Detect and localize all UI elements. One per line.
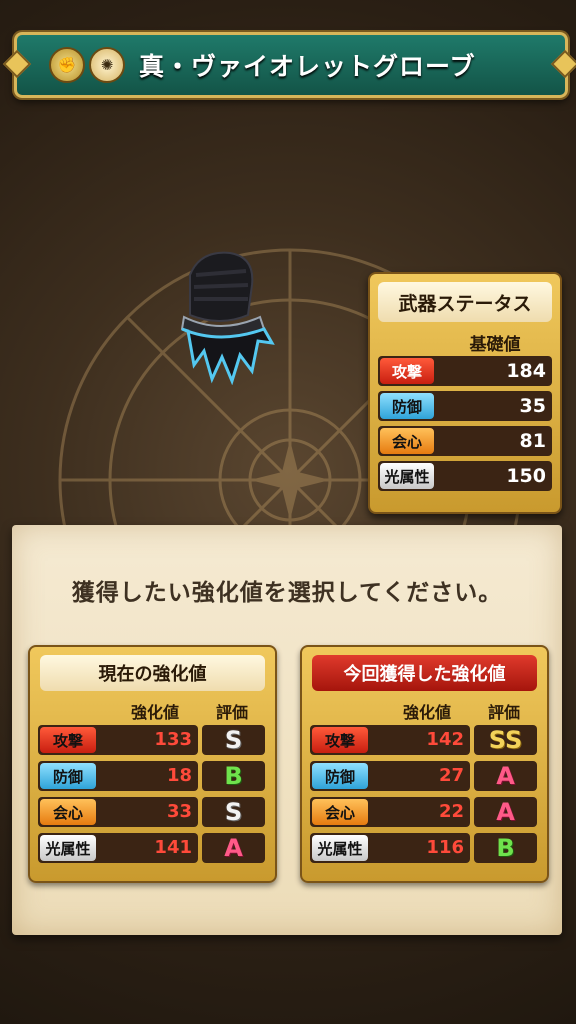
enhancement-selection-panel: 獲得したい強化値を選択してください。 現在の強化値 強化値 評価 攻撃 133 … [12,525,562,935]
enhancement-label: 防御 [40,763,96,789]
status-row-light-attribute: 光属性 150 [378,461,552,491]
grade-badge: B [202,761,265,791]
enhancement-label: 光属性 [40,835,96,861]
enhancement-label: 攻撃 [312,727,368,753]
enhancement-cell: 防御 18 [38,761,198,791]
title-left-ornament [2,49,32,79]
enhancement-value-column-header: 強化値 [130,703,179,722]
enhancement-cell: 光属性 141 [38,833,198,863]
violet-glove-image [180,251,275,385]
enhancement-value: 18 [166,765,192,786]
base-value-column-header: 基礎値 [469,335,521,355]
enhancement-row-attack: 攻撃 133 S [38,725,265,755]
enhancement-row-defense: 防御 27 A [310,761,537,791]
status-row-critical: 会心 81 [378,426,552,456]
grade-column-header: 評価 [487,703,520,722]
weapon-status-panel: 武器ステータス 基礎値 攻撃 184 防御 35 会心 81 光属性 150 [368,272,562,514]
enhancement-value: 116 [426,837,464,858]
grade-badge: B [474,833,537,863]
status-label: 攻撃 [380,358,434,384]
enhancement-value: 142 [426,729,464,750]
enhancement-cell: 会心 33 [38,797,198,827]
status-label: 防御 [380,393,434,419]
title-right-ornament [550,49,576,79]
enhancement-value: 22 [438,801,464,822]
enhancement-cell: 光属性 116 [310,833,470,863]
enhancement-cell: 攻撃 133 [38,725,198,755]
grade-badge: SS [474,725,537,755]
status-label: 会心 [380,428,434,454]
grade-badge: S [202,725,265,755]
enhancement-label: 会心 [40,799,96,825]
status-label: 光属性 [380,463,434,489]
item-title-bar: ✊ ✺ 真・ヴァイオレットグローブ [2,32,576,98]
item-name: 真・ヴァイオレットグローブ [139,52,476,81]
status-value: 35 [519,395,546,417]
enhancement-label: 攻撃 [40,727,96,753]
enhancement-row-defense: 防御 18 B [38,761,265,791]
enhancement-row-light-attribute: 光属性 141 A [38,833,265,863]
weapon-status-heading: 武器ステータス [378,282,552,322]
enhancement-label: 防御 [312,763,368,789]
current-enhancement-heading: 現在の強化値 [40,655,265,691]
status-value: 184 [506,360,546,382]
current-enhancement-card[interactable]: 現在の強化値 強化値 評価 攻撃 133 S 防御 18 B 会心 33 S 光… [28,645,277,883]
enhancement-value-column-header: 強化値 [402,703,451,722]
enhancement-row-critical: 会心 33 S [38,797,265,827]
status-value: 150 [506,465,546,487]
status-value: 81 [519,430,546,452]
new-enhancement-heading: 今回獲得した強化値 [312,655,537,691]
new-enhancement-card[interactable]: 今回獲得した強化値 強化値 評価 攻撃 142 SS 防御 27 A 会心 22… [300,645,549,883]
grade-badge: A [474,797,537,827]
instruction-text: 獲得したい強化値を選択してください。 [71,580,503,606]
light-element-icon: ✺ [89,47,125,83]
enhancement-cell: 防御 27 [310,761,470,791]
enhancement-label: 会心 [312,799,368,825]
grade-badge: A [202,833,265,863]
grade-badge: A [474,761,537,791]
status-row-attack: 攻撃 184 [378,356,552,386]
enhancement-value: 27 [438,765,464,786]
enhancement-row-attack: 攻撃 142 SS [310,725,537,755]
enhancement-row-light-attribute: 光属性 116 B [310,833,537,863]
grade-column-header: 評価 [215,703,248,722]
enhancement-value: 133 [154,729,192,750]
status-row-defense: 防御 35 [378,391,552,421]
enhancement-cell: 会心 22 [310,797,470,827]
enhancement-row-critical: 会心 22 A [310,797,537,827]
grade-badge: S [202,797,265,827]
enhancement-value: 141 [154,837,192,858]
enhancement-value: 33 [166,801,192,822]
enhancement-cell: 攻撃 142 [310,725,470,755]
enhancement-label: 光属性 [312,835,368,861]
glove-category-icon: ✊ [49,47,85,83]
